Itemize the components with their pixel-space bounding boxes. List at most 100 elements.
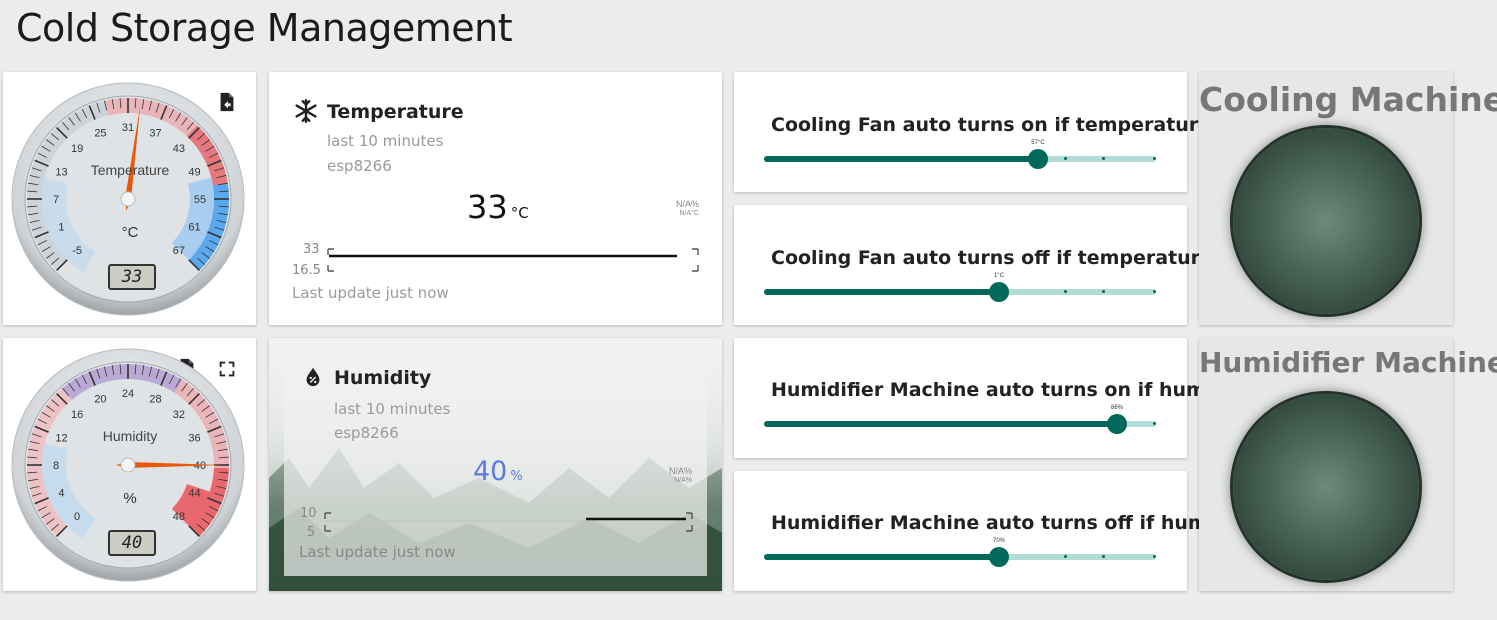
slider-tick [1064,290,1067,293]
slider-title: Humidifier Machine auto turns off if hum… [771,512,1236,534]
chart-min-label: 16.5 [292,263,321,278]
temperature-gauge-readout: 33 [108,264,156,290]
slider-tick [1153,157,1156,160]
slider-title: Cooling Fan auto turns off if temperatur… [771,247,1242,269]
slider-fill [764,554,999,560]
na-indicator: N/A% N/A% [642,466,692,486]
chart-max-label: 10 [300,506,317,521]
na-indicator: N/A% N/A°C [649,199,699,219]
slider-tick [1102,290,1105,293]
humidity-drop-icon [306,367,320,387]
slider-value-label: 70% [992,538,1005,544]
cooling-fan-on-card: Cooling Fan auto turns on if temperature… [734,72,1239,192]
na-value-1: N/A% [668,466,692,476]
humidity-value: 40% [473,456,523,487]
threshold-slider[interactable]: 70% [764,538,1156,570]
humidity-gauge-readout: 40 [108,530,156,556]
humidity-gauge-card: 0 4 8 12 16 20 24 28 32 36 40 44 48 Humidity % 40 [3,338,256,591]
gauge-tick-label: 13 [55,166,67,178]
temperature-card-title: Temperature [327,101,464,123]
slider-tick [1102,157,1105,160]
humidity-last-update: Last update just now [299,543,456,561]
humidity-card-period: last 10 minutes [334,400,451,418]
page-title: Cold Storage Management [16,6,513,50]
snowflake-icon [295,98,317,124]
humidity-sparkline [324,512,693,532]
slider-title: Cooling Fan auto turns on if temperature… [771,114,1240,136]
temperature-gauge-label: Temperature [90,162,170,178]
slider-fill [764,421,1117,427]
threshold-slider[interactable]: 86% [764,405,1156,437]
gauge-tick-label: 31 [122,122,134,134]
slider-thumb[interactable] [989,282,1009,302]
gauge-tick-label: 40 [194,460,206,472]
slider-thumb[interactable] [989,547,1009,567]
gauge-tick-label: 25 [94,127,106,139]
slider-tick [1102,555,1105,558]
machine-title: Humidifier Machine [1199,346,1497,379]
gauge-tick-label: -5 [72,245,82,257]
gauge-tick-label: 28 [149,393,161,405]
slider-tick [1153,422,1156,425]
temperature-gauge-card: -5 1 7 13 19 25 31 37 43 49 55 61 67 Temperature °C … [3,72,256,325]
temperature-last-update: Last update just now [292,284,449,302]
threshold-slider[interactable]: 1°C [764,273,1156,305]
threshold-slider[interactable]: 57°C [764,140,1156,172]
gauge-tick-label: 8 [53,460,59,472]
gauge-tick-label: 4 [58,488,64,500]
gauge-tick-label: 16 [71,409,83,421]
humidifier-on-card: Humidifier Machine auto turns on if humi… [734,338,1234,458]
temperature-card: Temperature last 10 minutes esp8266 33 °C… [269,72,722,325]
cooling-fan-off-card: Cooling Fan auto turns off if temperatur… [734,205,1241,325]
gauge-needle-hub [120,457,136,473]
na-value-1: N/A% [675,199,699,209]
gauge-tick-label: 20 [94,393,106,405]
slider-tick [1064,555,1067,558]
gauge-tick-label: 0 [74,511,80,523]
slider-tick [1153,290,1156,293]
gauge-tick-label: 61 [188,222,200,234]
temperature-gauge-unit: °C [121,224,139,241]
humidity-card-title: Humidity [334,367,432,389]
gauge-tick-label: 37 [149,127,161,139]
humidity-value-unit: % [510,469,523,484]
humidity-card-device: esp8266 [334,424,399,442]
gauge-tick-label: 49 [188,166,200,178]
slider-value-label: 86% [1110,405,1123,411]
humidity-gauge-unit: % [123,490,137,507]
chart-min-label: 5 [307,525,316,540]
temperature-value: 33 °C [467,188,529,226]
gauge-tick-label: 24 [122,388,134,400]
humidity-gauge-label: Humidity [102,428,158,444]
gauge-tick-label: 19 [71,143,83,155]
slider-title: Humidifier Machine auto turns on if humi… [771,379,1234,401]
slider-value-label: 57°C [1031,140,1045,146]
gauge-needle-hub [120,191,136,207]
slider-value-label: 1°C [993,273,1005,279]
gauge-tick-label: 67 [173,245,185,257]
gauge-tick-label: 36 [188,432,200,444]
gauge-tick-label: 48 [173,511,185,523]
slider-fill [764,156,1038,162]
humidity-card: Humidity last 10 minutes esp8266 40% N/A… [269,338,722,591]
temperature-sparkline [327,248,699,272]
temperature-value-number: 33 [467,188,508,226]
temperature-value-unit: °C [510,204,529,222]
gauge-tick-label: 55 [194,194,206,206]
gauge-tick-label: 12 [55,432,67,444]
slider-thumb[interactable] [1107,414,1127,434]
slider-tick [1064,157,1067,160]
machine-title: Cooling Machine [1199,80,1497,119]
slider-tick [1153,555,1156,558]
na-value-2: N/A°C [679,210,699,217]
cooling-machine-card: Cooling Machine [1199,72,1497,325]
humidifier-machine-indicator[interactable] [1233,394,1419,580]
gauge-tick-label: 32 [173,409,185,421]
slider-thumb[interactable] [1028,149,1048,169]
gauge-tick-label: 1 [58,222,64,234]
gauge-tick-label: 44 [188,488,200,500]
humidity-value-number: 40 [473,456,508,487]
cooling-machine-indicator[interactable] [1233,128,1419,314]
temperature-card-period: last 10 minutes [327,132,444,150]
gauge-tick-label: 43 [173,143,185,155]
